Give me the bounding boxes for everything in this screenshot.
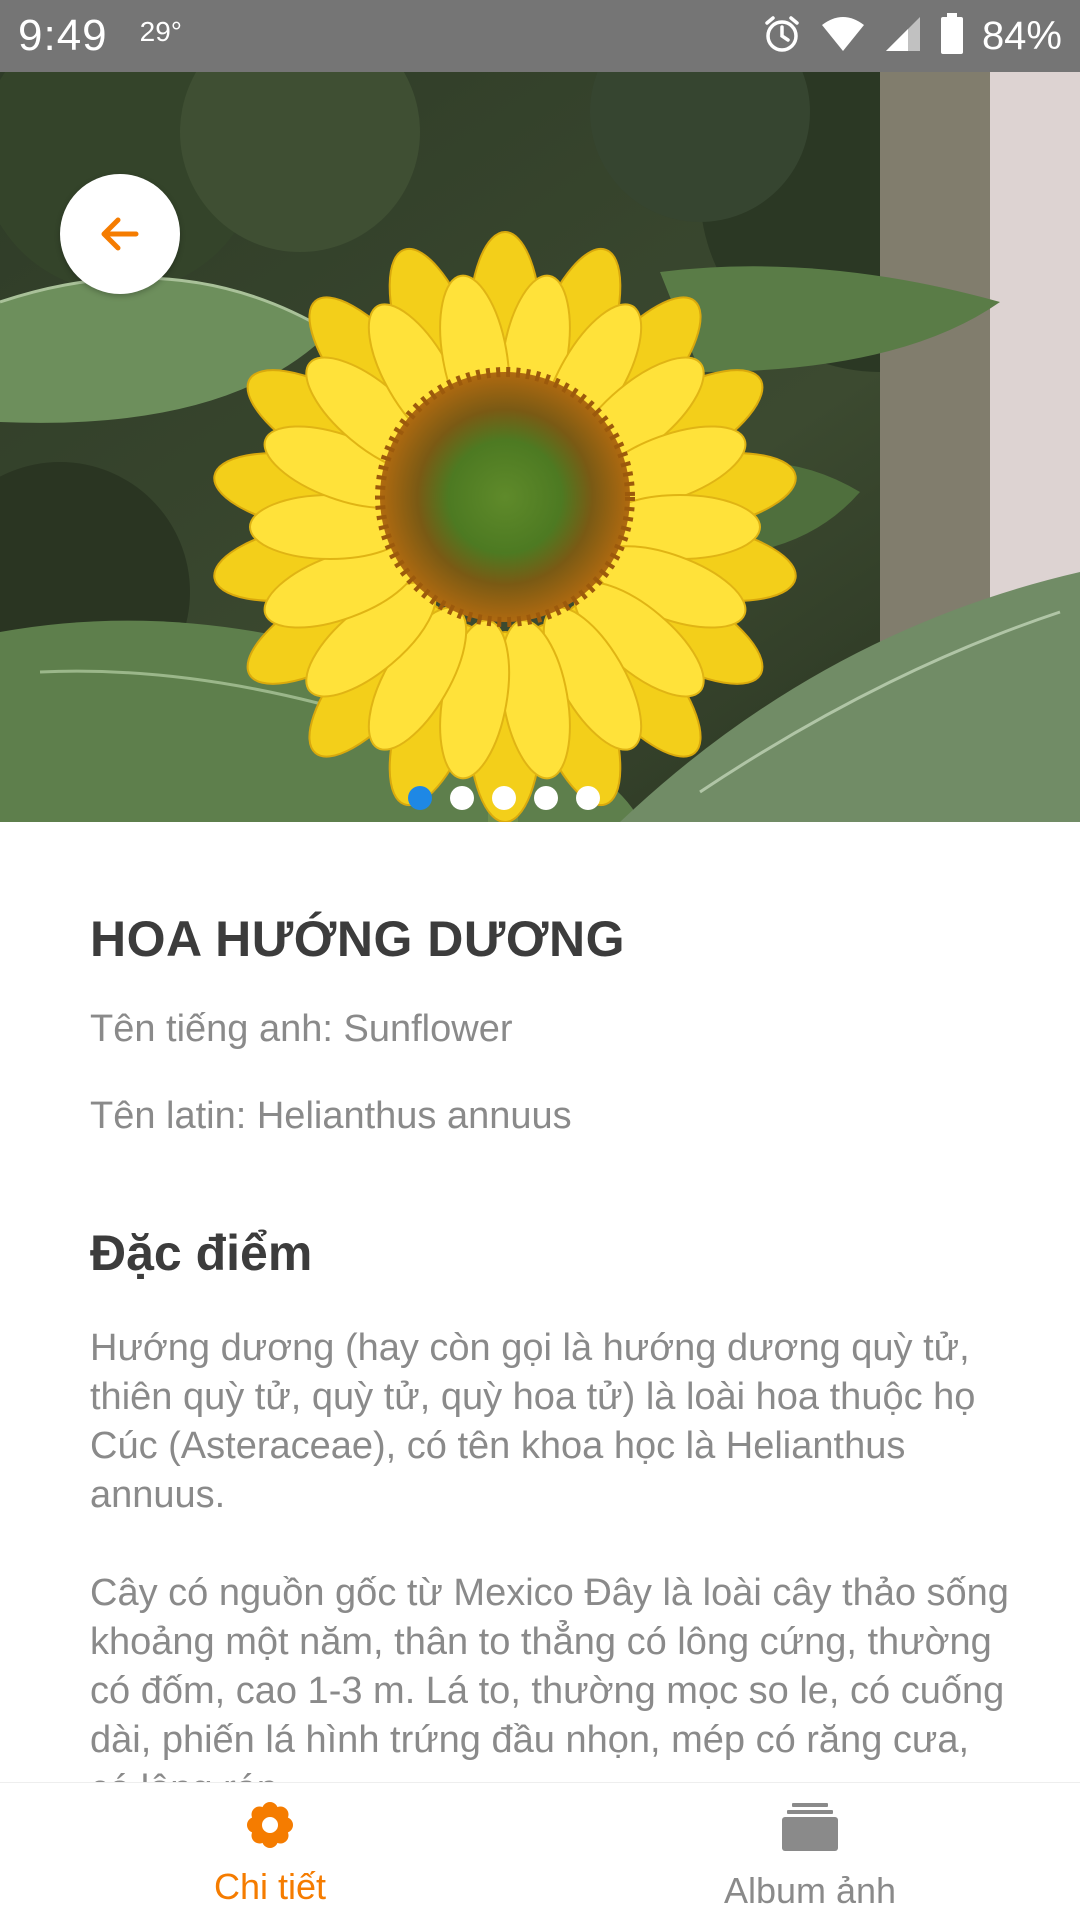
status-time: 9:49	[18, 11, 108, 60]
characteristics-heading: Đặc điểm	[90, 1225, 313, 1281]
nav-label-details: Chi tiết	[213, 1866, 327, 1907]
bottom-navigation: Chi tiết Album ảnh	[0, 1782, 1080, 1920]
detail-content[interactable]: HOA HƯỚNG DƯƠNG Tên tiếng anh: Sunflower…	[90, 822, 1010, 1782]
flower-title: HOA HƯỚNG DƯƠNG	[90, 911, 626, 967]
flower-image-carousel[interactable]	[0, 72, 1080, 822]
carousel-dot[interactable]	[534, 786, 558, 810]
nav-item-details[interactable]: Chi tiết	[0, 1783, 540, 1920]
album-icon	[782, 1801, 838, 1858]
sunflower-photo	[0, 72, 1080, 822]
description-paragraph: Cây có nguồn gốc từ Mexico Đây là loài c…	[90, 1572, 1009, 1782]
status-temperature: 29°	[139, 16, 182, 47]
carousel-dot[interactable]	[492, 786, 516, 810]
status-icons: 84%	[762, 12, 1062, 60]
description-paragraph: Hướng dương (hay còn gọi là hướng dương …	[90, 1327, 976, 1516]
back-button[interactable]	[60, 174, 180, 294]
flower-icon	[246, 1801, 294, 1854]
carousel-dot[interactable]	[408, 786, 432, 810]
carousel-dot[interactable]	[450, 786, 474, 810]
carousel-indicator	[0, 786, 1044, 810]
nav-label-album: Album ảnh	[723, 1870, 897, 1911]
alarm-icon	[762, 14, 802, 59]
carousel-dot[interactable]	[576, 786, 600, 810]
plant-detail-screen: 9:49 29° 84% HOA HƯỚNG DƯƠNG Tên tiếng a…	[0, 0, 1080, 1920]
signal-icon	[884, 15, 922, 58]
back-arrow-icon	[96, 210, 144, 258]
status-bar: 9:49 29° 84%	[0, 0, 1080, 72]
battery-icon	[940, 12, 964, 60]
battery-percentage: 84%	[981, 13, 1062, 58]
latin-name: Tên latin: Helianthus annuus	[90, 1095, 572, 1137]
english-name: Tên tiếng anh: Sunflower	[90, 1008, 513, 1050]
nav-item-album[interactable]: Album ảnh	[540, 1783, 1080, 1920]
wifi-icon	[820, 15, 866, 58]
